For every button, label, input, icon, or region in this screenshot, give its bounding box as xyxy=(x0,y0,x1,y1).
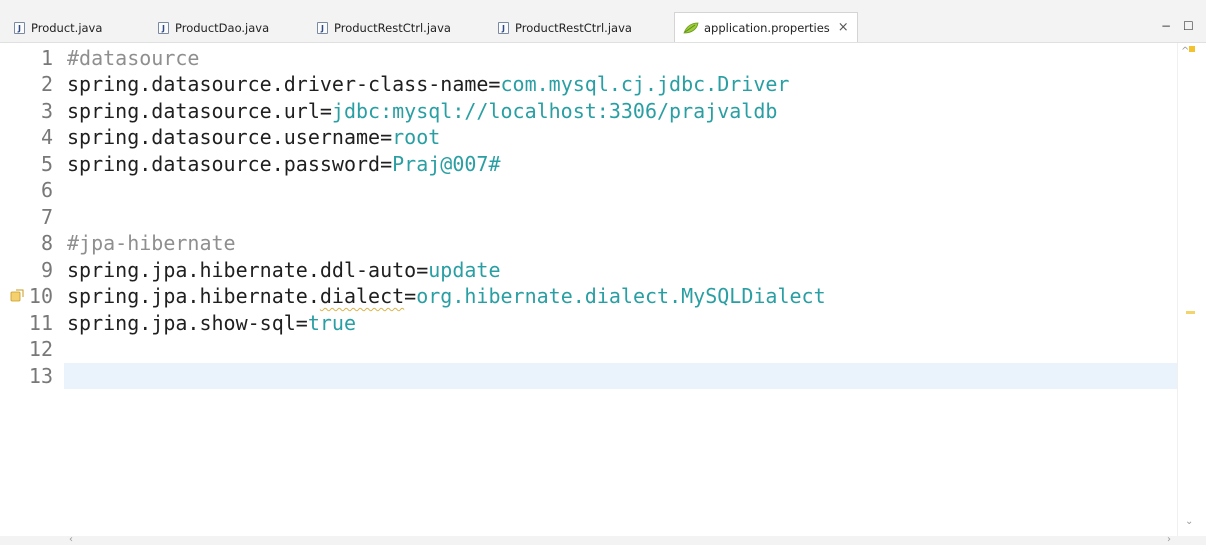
property-value: Praj@007# xyxy=(392,151,501,176)
property-key: spring.jpa.hibernate.ddl-auto= xyxy=(67,257,429,282)
code-line[interactable]: spring.jpa.show-sql=true xyxy=(67,310,356,337)
current-line-highlight xyxy=(64,362,1177,389)
property-key: = xyxy=(404,284,417,308)
code-line[interactable]: spring.jpa.hibernate.ddl-auto=update xyxy=(67,257,500,284)
annotation-ruler xyxy=(0,43,10,545)
line-number: 4 xyxy=(40,125,53,149)
comment-text: #datasource xyxy=(67,45,200,70)
overview-ruler: ^ ⌄ xyxy=(1177,43,1206,536)
scroll-down-icon[interactable]: ⌄ xyxy=(1185,517,1193,527)
overview-warning-mark[interactable] xyxy=(1186,311,1195,314)
code-line[interactable]: spring.datasource.username=root xyxy=(67,124,440,151)
java-file-icon: J xyxy=(317,22,328,34)
line-number: 6 xyxy=(40,178,53,202)
line-number: 11 xyxy=(28,310,53,335)
property-value: update xyxy=(428,257,501,282)
code-line[interactable]: #jpa-hibernate xyxy=(67,230,236,257)
tab-productrestctrl-java[interactable]: J ProductRestCtrl.java xyxy=(317,16,451,40)
minimize-icon[interactable]: − xyxy=(1161,20,1171,32)
code-text-area[interactable]: #datasource spring.datasource.driver-clas… xyxy=(64,43,1177,536)
line-number: 9 xyxy=(40,257,53,282)
close-tab-icon[interactable]: × xyxy=(838,21,849,34)
property-value: jdbc:mysql://localhost:3306/prajvaldb xyxy=(331,98,778,123)
property-value: com.mysql.cj.jdbc.Driver xyxy=(500,72,790,96)
horizontal-scrollbar[interactable]: ‹ › xyxy=(0,535,1206,545)
line-number: 3 xyxy=(40,98,53,123)
line-number: 7 xyxy=(40,204,53,229)
tab-product-java[interactable]: J Product.java xyxy=(14,16,102,40)
tab-productdao-java[interactable]: J ProductDao.java xyxy=(158,16,269,40)
property-key: spring.datasource.password= xyxy=(67,151,393,176)
property-key: spring.datasource.driver-class-name= xyxy=(67,72,501,96)
line-number: 12 xyxy=(28,337,53,361)
tab-productrestctrl-java-2[interactable]: J ProductRestCtrl.java xyxy=(498,16,632,40)
property-key: spring.jpa.show-sql= xyxy=(67,310,308,335)
code-line[interactable]: #datasource xyxy=(67,45,199,72)
property-key: spring.datasource.url= xyxy=(67,98,332,123)
warning-icon[interactable] xyxy=(10,289,24,303)
property-key: dialect xyxy=(319,284,405,308)
java-file-icon: J xyxy=(158,22,169,34)
scroll-left-icon[interactable]: ‹ xyxy=(69,535,73,545)
line-number: 1 xyxy=(40,45,53,70)
property-key: spring.jpa.hibernate. xyxy=(67,284,320,308)
property-value: org.hibernate.dialect.MySQLDialect xyxy=(416,284,826,308)
line-number: 5 xyxy=(40,151,53,176)
line-number: 2 xyxy=(40,72,53,96)
java-file-icon: J xyxy=(498,22,509,34)
properties-leaf-icon xyxy=(683,22,699,33)
code-line[interactable]: spring.datasource.password=Praj@007# xyxy=(67,151,500,178)
java-file-icon: J xyxy=(14,22,25,34)
property-key: spring.datasource.username= xyxy=(67,125,393,149)
code-line[interactable]: spring.datasource.url=jdbc:mysql://local… xyxy=(67,98,777,125)
line-number: 8 xyxy=(40,231,53,255)
line-number-gutter: 1 2 3 4 5 6 7 8 9 10 11 12 13 xyxy=(10,43,64,536)
code-line[interactable]: spring.jpa.hibernate.dialect=org.hiberna… xyxy=(67,283,826,310)
property-value: true xyxy=(307,310,356,335)
comment-text: #jpa-hibernate xyxy=(67,231,236,255)
tab-application-properties[interactable]: application.properties × xyxy=(674,12,858,42)
maximize-icon[interactable]: ☐ xyxy=(1183,20,1194,32)
property-value: root xyxy=(392,125,441,149)
editor-tab-bar: J Product.java J ProductDao.java J Produ… xyxy=(0,0,1206,43)
code-line[interactable]: spring.datasource.driver-class-name=com.… xyxy=(67,71,789,98)
scroll-right-icon[interactable]: › xyxy=(1167,535,1171,545)
line-number: 13 xyxy=(28,363,53,388)
properties-editor[interactable]: 1 2 3 4 5 6 7 8 9 10 11 12 13 #datasource spring.data… xyxy=(0,43,1206,545)
scroll-up-icon[interactable]: ^ xyxy=(1181,47,1189,57)
overview-warning-summary-icon xyxy=(1189,46,1195,52)
